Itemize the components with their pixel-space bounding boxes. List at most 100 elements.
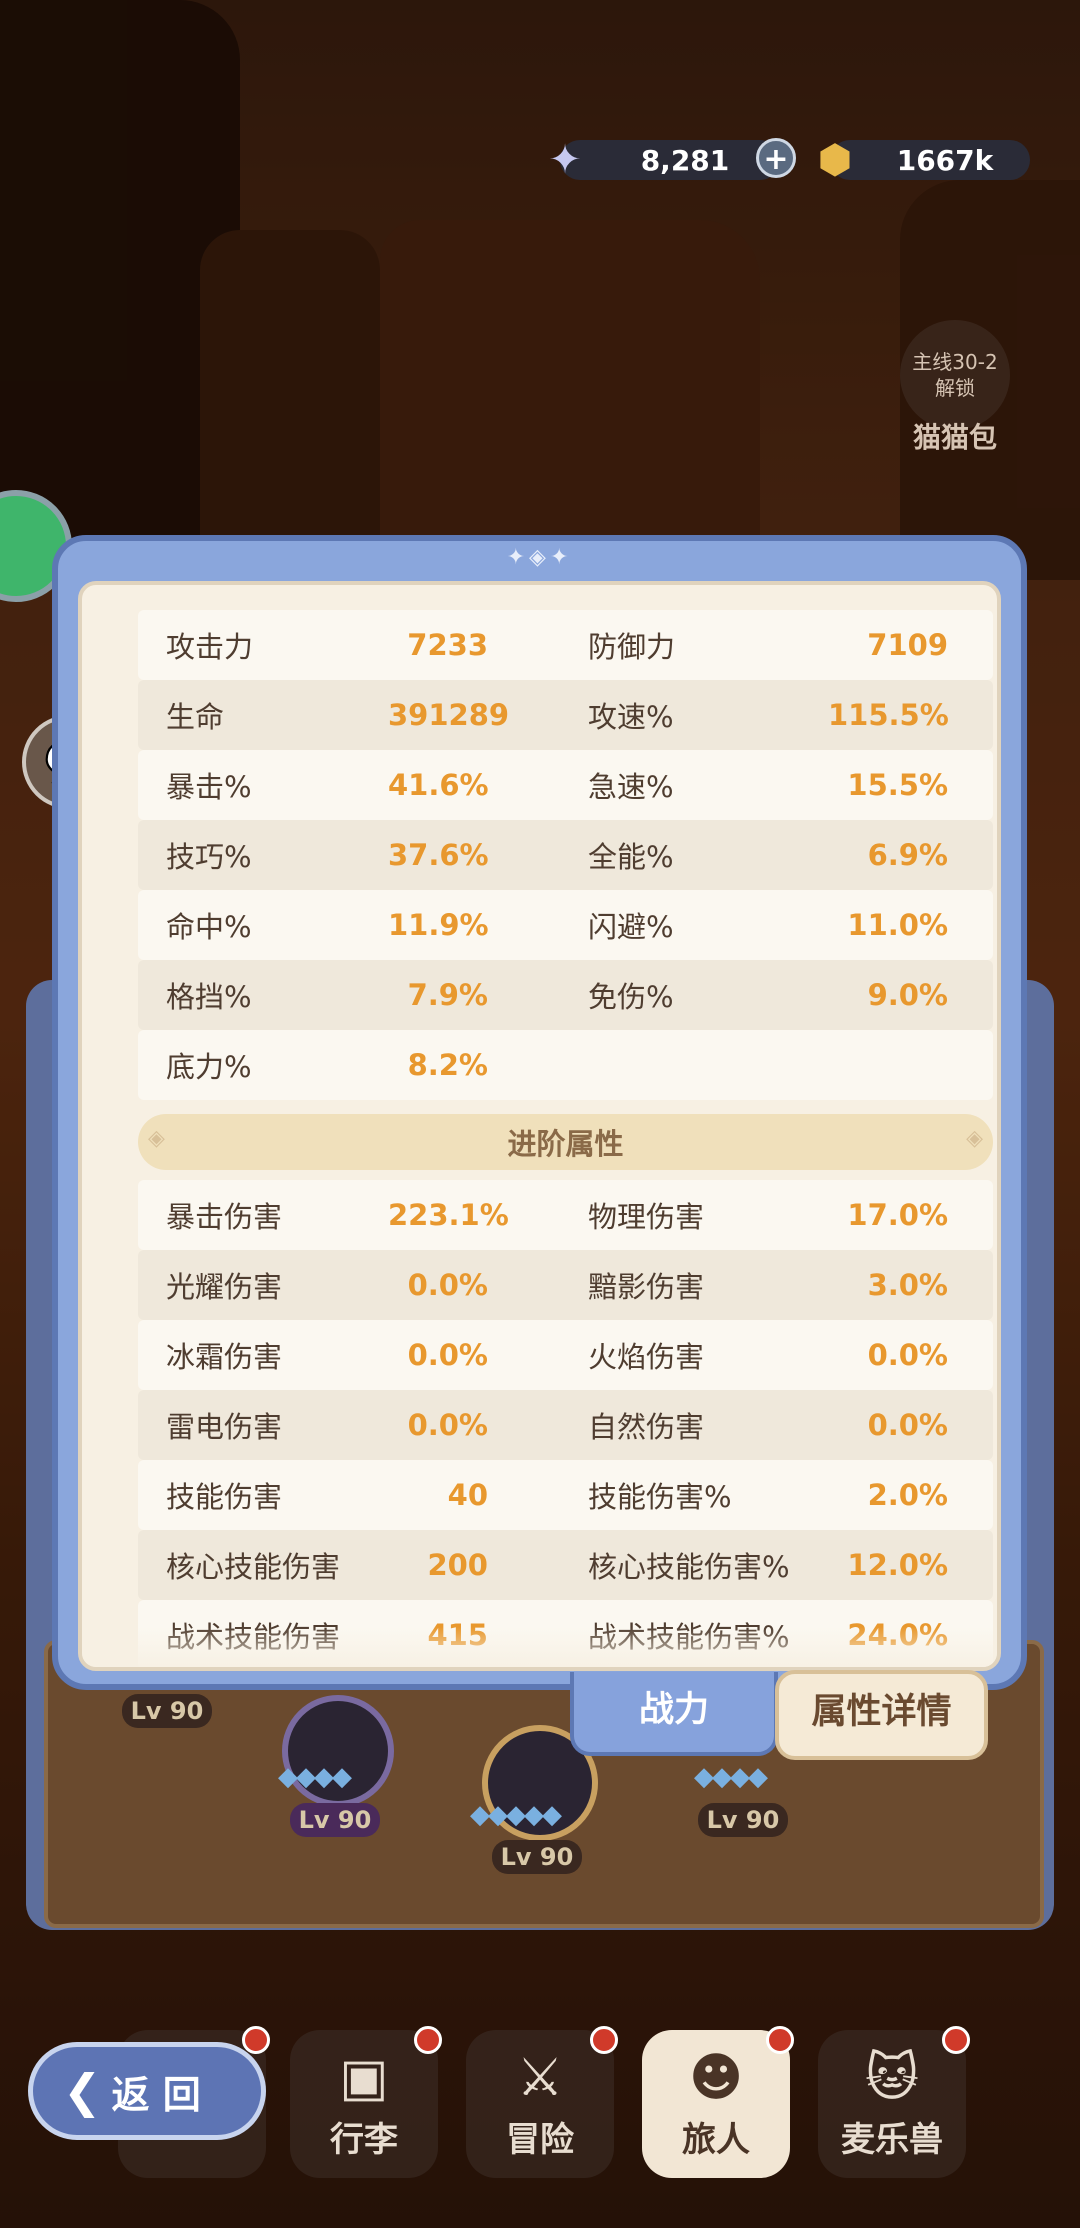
attribute-value: 41.6%: [388, 768, 489, 802]
back-button[interactable]: ❮ 返 回: [28, 2042, 266, 2140]
attribute-label: 暴击伤害: [166, 1200, 283, 1234]
attribute-label: 命中%: [166, 910, 252, 944]
star-gem-icon: ✦: [548, 137, 582, 183]
attribute-label: 黯影伤害: [588, 1270, 705, 1304]
attribute-value: 11.0%: [847, 908, 948, 942]
attribute-panel: ✦◈✦ 攻击力 7233 防御力 7109 生命 391289 攻速% 115.5% 暴击% 41…: [52, 535, 1027, 1690]
panel-ornament: ✦◈✦: [506, 545, 573, 570]
attribute-value: 0.0%: [407, 1408, 488, 1442]
attribute-label: 冰霜伤害: [166, 1340, 283, 1374]
attribute-label: 技能伤害%: [588, 1480, 732, 1514]
attribute-label: 急速%: [588, 770, 674, 804]
nav-label: 行李: [330, 2120, 398, 2160]
attribute-label: 暴击%: [166, 770, 252, 804]
ornament-icon: ◈: [966, 1126, 983, 1151]
attribute-value: 200: [427, 1548, 488, 1582]
attribute-label: 光耀伤害: [166, 1270, 283, 1304]
attribute-row: 生命 391289 攻速% 115.5%: [138, 680, 993, 750]
attribute-value: 11.9%: [388, 908, 489, 942]
swords-icon: ⚔: [516, 2048, 564, 2108]
attribute-label: 物理伤害: [588, 1200, 705, 1234]
traveler-icon: ☻: [688, 2048, 744, 2108]
attribute-label: 核心技能伤害%: [588, 1550, 790, 1584]
hero-level-badge: Lv 90: [492, 1840, 582, 1874]
attribute-label: 雷电伤害: [166, 1410, 283, 1444]
ornament-icon: ◈: [148, 1126, 165, 1151]
attribute-label: 免伤%: [588, 980, 674, 1014]
attribute-value: 0.0%: [407, 1338, 488, 1372]
attribute-value: 9.0%: [867, 978, 948, 1012]
attribute-value: 40: [447, 1478, 488, 1512]
gold-counter: ⬢ 1667k: [818, 137, 1030, 183]
attribute-value: 7109: [867, 628, 948, 662]
attribute-label: 格挡%: [166, 980, 252, 1014]
hero-stars: ◆◆◆◆: [278, 1762, 352, 1792]
scroll-fade: [82, 1627, 997, 1667]
nav-item-traveler[interactable]: ☻ 旅人: [642, 2026, 794, 2178]
nav-label: 旅人: [682, 2120, 750, 2160]
attribute-label: 攻击力: [166, 630, 254, 664]
tab-attribute-details[interactable]: 属性详情: [775, 1670, 988, 1760]
add-gems-button[interactable]: +: [756, 138, 796, 178]
attribute-label: 生命: [166, 700, 225, 734]
section-title: 进阶属性: [507, 1127, 624, 1161]
notification-dot: [414, 2026, 442, 2054]
attribute-row: 冰霜伤害 0.0% 火焰伤害 0.0%: [138, 1320, 993, 1390]
locked-cat-bag[interactable]: 主线30-2 解锁 猫猫包: [895, 320, 1015, 456]
attribute-label: 自然伤害: [588, 1410, 705, 1444]
attribute-value: 12.0%: [847, 1548, 948, 1582]
attribute-row: 暴击伤害 223.1% 物理伤害 17.0%: [138, 1180, 993, 1250]
gold-coin-icon: ⬢: [817, 137, 853, 183]
pet-icon: 🐱: [864, 2048, 920, 2108]
bag-icon: ▣: [339, 2048, 389, 2108]
lock-icon: 主线30-2 解锁: [900, 320, 1010, 430]
attribute-row: 暴击% 41.6% 急速% 15.5%: [138, 750, 993, 820]
attribute-row: 技巧% 37.6% 全能% 6.9%: [138, 820, 993, 890]
attribute-label: 技巧%: [166, 840, 252, 874]
nav-item-pet[interactable]: 🐱 麦乐兽: [818, 2026, 970, 2178]
attribute-value: 17.0%: [847, 1198, 948, 1232]
attribute-row: 底力% 8.2%: [138, 1030, 993, 1100]
back-label: 返 回: [111, 2072, 201, 2117]
attribute-label: 全能%: [588, 840, 674, 874]
hero-level-badge: Lv 90: [122, 1694, 212, 1728]
attribute-label: 底力%: [166, 1050, 252, 1084]
notification-dot: [242, 2026, 270, 2054]
hero-level-badge: Lv 90: [698, 1803, 788, 1837]
tab-power[interactable]: 战力: [570, 1672, 778, 1756]
attribute-value: 0.0%: [867, 1408, 948, 1442]
attribute-label: 防御力: [588, 630, 676, 664]
back-arrow-icon: ❮: [63, 2064, 102, 2118]
attribute-value: 3.0%: [867, 1268, 948, 1302]
attribute-value: 7.9%: [407, 978, 488, 1012]
attribute-label: 攻速%: [588, 700, 674, 734]
hero-stars: ◆◆◆◆◆: [470, 1800, 562, 1830]
attribute-list-container[interactable]: 攻击力 7233 防御力 7109 生命 391289 攻速% 115.5% 暴击% 41.6% 急…: [78, 581, 1001, 1671]
attribute-value: 223.1%: [388, 1198, 509, 1232]
nav-item-bag[interactable]: ▣ 行李: [290, 2026, 442, 2178]
attribute-value: 37.6%: [388, 838, 489, 872]
attribute-rows: 攻击力 7233 防御力 7109 生命 391289 攻速% 115.5% 暴击% 41.6% 急…: [138, 610, 993, 1667]
attribute-value: 7233: [407, 628, 488, 662]
attribute-row: 攻击力 7233 防御力 7109: [138, 610, 993, 680]
attribute-value: 391289: [388, 698, 510, 732]
attribute-label: 核心技能伤害: [166, 1550, 341, 1584]
attribute-value: 2.0%: [867, 1478, 948, 1512]
notification-dot: [766, 2026, 794, 2054]
nav-item-adventure[interactable]: ⚔ 冒险: [466, 2026, 618, 2178]
nav-label: 冒险: [506, 2120, 574, 2160]
advanced-attributes-header: ◈ 进阶属性 ◈: [138, 1114, 993, 1170]
nav-label: 麦乐兽: [841, 2120, 943, 2160]
attribute-value: 15.5%: [847, 768, 948, 802]
unlock-condition: 主线30-2: [912, 350, 998, 374]
cat-bag-title: 猫猫包: [912, 421, 997, 454]
attribute-value: 6.9%: [867, 838, 948, 872]
hero-stars: ◆◆◆◆: [694, 1762, 768, 1792]
hero-level-badge: Lv 90: [290, 1803, 380, 1837]
attribute-row: 核心技能伤害 200 核心技能伤害% 12.0%: [138, 1530, 993, 1600]
notification-dot: [942, 2026, 970, 2054]
attribute-row: 格挡% 7.9% 免伤% 9.0%: [138, 960, 993, 1030]
gold-value: 1667k: [896, 143, 994, 177]
attribute-value: 0.0%: [407, 1268, 488, 1302]
gems-counter: ✦ 8,281 +: [548, 137, 796, 183]
